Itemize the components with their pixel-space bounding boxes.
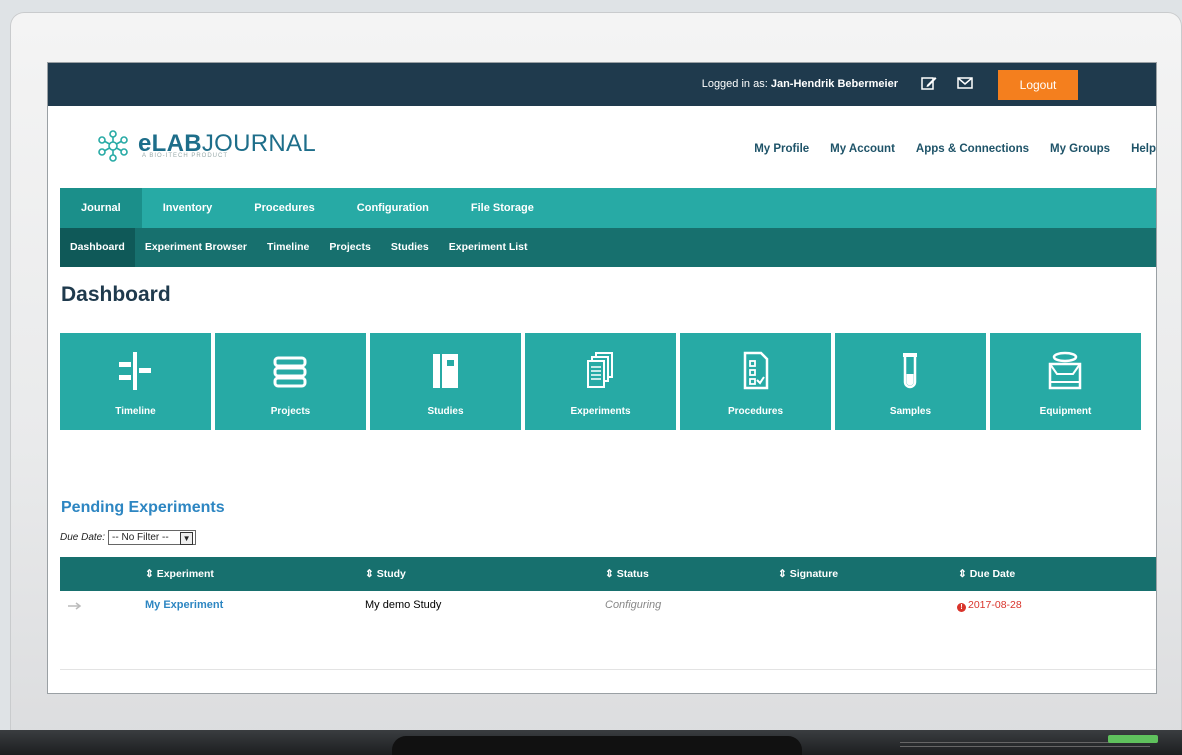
col-status[interactable]: ⇕ Status: [605, 568, 649, 580]
timeline-icon: [119, 352, 151, 390]
table-row: My Experiment My demo Study Configuring …: [60, 591, 1156, 621]
col-experiment-label: Experiment: [156, 568, 214, 580]
tile-equipment[interactable]: Equipment: [990, 333, 1141, 430]
due-date-filter: Due Date: -- No Filter -- ▼: [60, 530, 197, 545]
chevron-down-icon: ▼: [180, 532, 194, 545]
power-led: [1108, 735, 1158, 743]
experiment-link[interactable]: My Experiment: [145, 599, 223, 611]
col-due-date-label: Due Date: [969, 568, 1016, 580]
tile-procedures[interactable]: Procedures: [680, 333, 831, 430]
nav-my-profile[interactable]: My Profile: [754, 143, 809, 155]
due-date-cell: ! 2017-08-28: [957, 599, 1022, 612]
samples-icon: [903, 353, 917, 389]
tab-configuration[interactable]: Configuration: [336, 188, 450, 228]
tile-label: Projects: [270, 406, 311, 417]
experiments-icon: [587, 352, 613, 388]
app-header: eLABJOURNAL A BIO-ITECH PRODUCT My Profi…: [48, 106, 1156, 188]
sub-nav: Dashboard Experiment Browser Timeline Pr…: [60, 228, 1156, 267]
app-screen: Logged in as: Jan-Hendrik Bebermeier Log…: [48, 63, 1156, 693]
tile-label: Samples: [889, 406, 932, 417]
tile-timeline[interactable]: Timeline: [60, 333, 211, 430]
col-signature[interactable]: ⇕ Signature: [778, 568, 838, 580]
equipment-icon: [1048, 351, 1082, 390]
tile-label: Experiments: [570, 406, 631, 417]
nav-apps-connections[interactable]: Apps & Connections: [916, 143, 1029, 155]
divider: [60, 669, 1156, 670]
tab-journal[interactable]: Journal: [60, 188, 142, 228]
due-date-value: 2017-08-28: [968, 599, 1022, 611]
subtab-experiment-browser[interactable]: Experiment Browser: [135, 228, 257, 267]
tile-projects[interactable]: Projects: [215, 333, 366, 430]
tile-studies[interactable]: Studies: [370, 333, 521, 430]
logout-button[interactable]: Logout: [998, 70, 1078, 100]
studies-icon: [433, 354, 458, 388]
subtab-studies[interactable]: Studies: [381, 228, 439, 267]
col-study-label: Study: [376, 568, 406, 580]
pending-table-header: ⇕ Experiment ⇕ Study ⇕ Status ⇕ Signatur…: [60, 557, 1156, 591]
col-due-date[interactable]: ⇕ Due Date: [958, 568, 1015, 580]
top-user-bar: Logged in as: Jan-Hendrik Bebermeier Log…: [48, 63, 1156, 106]
dashboard-tiles: Timeline Projects Studies Experiments Pr…: [60, 333, 1156, 433]
subtab-experiment-list[interactable]: Experiment List: [439, 228, 538, 267]
logged-in-user: Jan-Hendrik Bebermeier: [770, 78, 898, 90]
tab-procedures[interactable]: Procedures: [233, 188, 336, 228]
study-cell: My demo Study: [365, 599, 442, 611]
logo-molecule-icon: [98, 130, 128, 162]
logged-in-label: Logged in as:: [701, 78, 768, 90]
projects-icon: [273, 356, 307, 388]
page-title: Dashboard: [61, 283, 171, 306]
mail-icon[interactable]: [956, 74, 974, 92]
pending-experiments-title: Pending Experiments: [61, 499, 225, 516]
procedures-icon: [743, 351, 769, 390]
monitor-stand: [392, 736, 802, 755]
nav-help[interactable]: Help: [1131, 143, 1156, 155]
tile-samples[interactable]: Samples: [835, 333, 986, 430]
tile-label: Timeline: [115, 406, 156, 417]
due-date-select[interactable]: -- No Filter -- ▼: [108, 530, 197, 545]
subtab-timeline[interactable]: Timeline: [257, 228, 319, 267]
tab-inventory[interactable]: Inventory: [142, 188, 234, 228]
main-nav: Journal Inventory Procedures Configurati…: [60, 188, 1156, 228]
tab-file-storage[interactable]: File Storage: [450, 188, 555, 228]
nav-my-groups[interactable]: My Groups: [1050, 143, 1110, 155]
tile-experiments[interactable]: Experiments: [525, 333, 676, 430]
tile-label: Studies: [427, 406, 464, 417]
arrow-right-icon[interactable]: [68, 602, 82, 610]
subtab-projects[interactable]: Projects: [319, 228, 380, 267]
elabjournal-logo[interactable]: eLABJOURNAL A BIO-ITECH PRODUCT: [94, 126, 316, 166]
col-status-label: Status: [616, 568, 649, 580]
due-date-selected: -- No Filter --: [112, 532, 169, 543]
user-nav: My Profile My Account Apps & Connections…: [733, 143, 1156, 155]
col-study[interactable]: ⇕ Study: [365, 568, 406, 580]
due-date-label: Due Date:: [60, 532, 106, 543]
subtab-dashboard[interactable]: Dashboard: [60, 228, 135, 267]
nav-my-account[interactable]: My Account: [830, 143, 895, 155]
col-experiment[interactable]: ⇕ Experiment: [145, 568, 214, 580]
logged-in-info: Logged in as: Jan-Hendrik Bebermeier: [702, 78, 898, 90]
tile-label: Procedures: [727, 406, 784, 417]
overdue-warning-icon: !: [957, 603, 966, 612]
status-cell: Configuring: [605, 599, 662, 611]
edit-icon[interactable]: [920, 74, 938, 92]
col-signature-label: Signature: [789, 568, 839, 580]
tile-label: Equipment: [1039, 406, 1092, 417]
